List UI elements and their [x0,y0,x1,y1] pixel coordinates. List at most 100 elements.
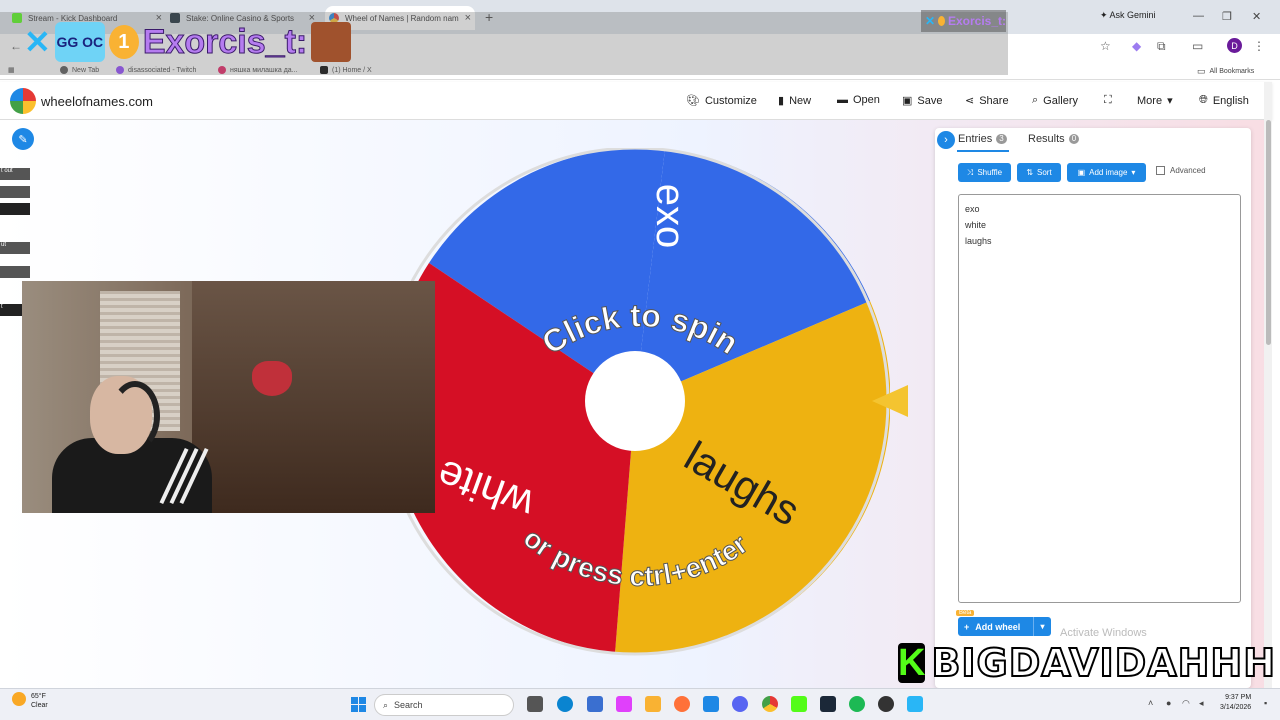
checkbox-box[interactable] [1156,166,1165,175]
results-count-badge: 0 [1068,134,1080,144]
nav-label: Share [979,94,1009,107]
volume-icon[interactable]: ◂ [1199,698,1204,709]
extension-icon[interactable]: ◆ [1132,39,1141,53]
task-view-icon[interactable] [527,696,543,712]
kick-app-icon[interactable] [791,696,807,712]
chevron-up-icon[interactable]: ˄ [1148,698,1153,708]
site-name[interactable]: wheelofnames.com [41,94,153,109]
puzzle-icon[interactable]: ⧉ [1157,39,1166,54]
ask-gemini-label: Ask Gemini [1109,10,1156,20]
entries-textarea[interactable]: exo white laughs [958,194,1241,603]
store-icon[interactable] [587,696,603,712]
left-strip-item[interactable] [0,266,30,278]
scrollbar-thumb[interactable] [1266,120,1271,345]
nav-label: Save [917,94,943,107]
app-icon[interactable] [907,696,923,712]
copilot-icon[interactable] [616,696,632,712]
nav-label: New [789,94,812,107]
star-icon[interactable]: ☆ [1100,39,1111,53]
menu-icon[interactable]: ⋮ [1253,39,1265,53]
tab-label: Entries [958,133,993,145]
minimize-icon[interactable]: — [1193,10,1204,22]
sort-button[interactable]: ⇅ Sort [1017,163,1061,182]
stack-logo: GG OC [54,22,105,62]
button-label: Shuffle [977,168,1003,177]
wheel-logo-icon[interactable] [10,88,36,114]
discord-icon[interactable] [732,696,748,712]
new-button[interactable]: ▮ New [778,94,812,108]
left-strip-item[interactable]: ut [0,242,30,254]
folder-icon: ▬ [837,94,848,106]
left-strip-item[interactable] [0,203,30,215]
taskbar-search[interactable]: ⌕ Search [374,694,514,716]
maximize-icon[interactable]: ❐ [1222,10,1232,23]
streamer-avatar [311,22,352,62]
firefox-icon[interactable] [674,696,690,712]
nav-label: Open [853,94,880,106]
app-icon[interactable] [703,696,719,712]
customize-button[interactable]: 🎨︎ Customize [686,94,757,108]
add-wheel-button[interactable]: + Add wheel ▾ [958,617,1051,636]
webcam-wall [192,281,435,513]
left-strip-item[interactable] [0,186,30,198]
profile-avatar[interactable]: D [1227,38,1242,53]
webcam-person [52,376,212,513]
tab-label: Results [1028,133,1065,145]
fullscreen-icon: ⛶ [1104,94,1112,106]
wheel-pointer-icon [872,385,908,417]
chrome-icon[interactable] [762,696,778,712]
palette-icon: 🎨︎ [686,95,700,107]
kick-badge: K BIGDAVIDAHHH [898,639,1276,687]
shuffle-button[interactable]: ⤨ Shuffle [958,163,1011,182]
share-button[interactable]: ⋖ Share [965,94,1009,108]
save-button[interactable]: ▣ Save [902,94,943,108]
notification-icon[interactable]: ▪ [1264,698,1267,708]
shuffle-icon: ⤨ [966,167,974,177]
weather-desc: Clear [31,702,48,709]
chevron-down-icon[interactable]: ▾ [1033,617,1051,636]
spotify-icon[interactable] [849,696,865,712]
tab-entries[interactable]: Entries 3 [958,133,1007,145]
wheel-center[interactable] [585,351,685,451]
edit-icon[interactable]: ✎ [12,128,34,150]
obs-icon[interactable] [878,696,894,712]
activate-windows-watermark: Activate Windows [1060,627,1147,639]
clock-date: 3/14/2026 [1220,704,1252,711]
language-button[interactable]: 🌐︎ English [1199,94,1249,107]
coin-icon: 1 [108,25,139,59]
taskbar-clock[interactable]: 9:37 PM 3/14/2026 [1220,693,1251,713]
wheel[interactable]: exo laughs white Click to spin or press … [400,148,890,658]
bookmark-label: All Bookmarks [1209,68,1255,75]
file-explorer-icon[interactable] [645,696,661,712]
chevron-down-icon: ▾ [1131,168,1136,177]
streamer-name: Exorcis_t: [947,14,1006,28]
more-button[interactable]: More ▾ [1137,94,1173,108]
sidebar-icon[interactable]: ▭ [1192,39,1203,53]
left-strip-item[interactable]: t out [0,168,30,180]
tab-results[interactable]: Results 0 [1028,133,1080,145]
file-icon: ▮ [778,95,785,107]
weather-widget[interactable]: 65°F Clear [12,692,48,710]
clock-time: 9:37 PM [1225,694,1252,701]
advanced-checkbox[interactable]: Advanced [1156,166,1206,175]
button-label: Add wheel [975,621,1021,632]
open-button[interactable]: ▬ Open [837,94,880,106]
steam-icon[interactable] [820,696,836,712]
ask-gemini-button[interactable]: ✦ Ask Gemini [1100,10,1156,21]
edge-icon[interactable] [557,696,573,712]
image-icon: ▣ [1077,168,1086,177]
kick-logo-icon: K [898,641,926,684]
collapse-panel-icon[interactable]: › [937,131,955,149]
webcam-heart-pillow [252,361,292,396]
gallery-button[interactable]: ⌕ Gallery [1032,94,1078,107]
microphone-icon[interactable]: ● [1166,698,1171,708]
all-bookmarks[interactable]: ▭ All Bookmarks [1197,66,1254,77]
fullscreen-button[interactable]: ⛶ [1104,94,1112,107]
close-window-icon[interactable]: ✕ [1252,10,1261,23]
windows-start-icon[interactable] [351,697,366,712]
nav-label: More [1137,94,1163,107]
search-icon: ⌕ [383,699,389,710]
wifi-icon[interactable]: ◠ [1182,698,1190,709]
add-image-button[interactable]: ▣ Add image ▾ [1067,163,1146,182]
search-icon: ⌕ [1032,94,1039,106]
